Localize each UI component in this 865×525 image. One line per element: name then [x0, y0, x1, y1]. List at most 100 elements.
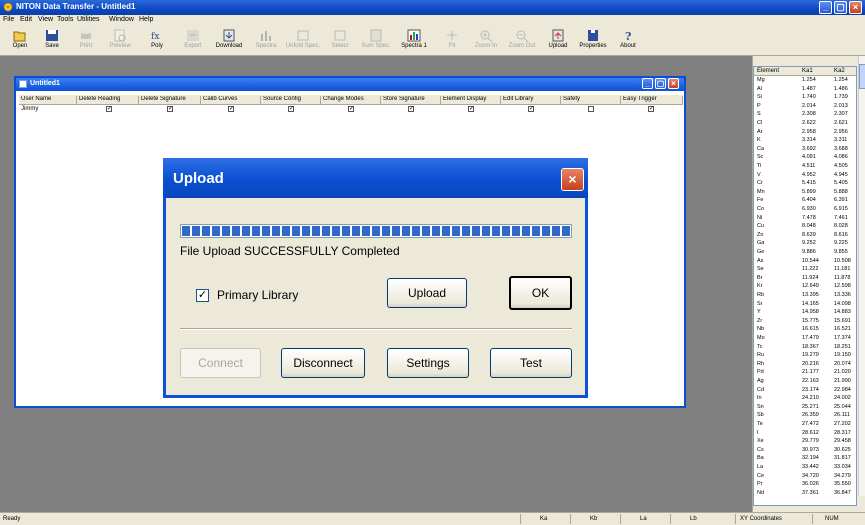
menu-window[interactable]: Window — [109, 16, 134, 23]
table-row[interactable]: As 10.544 10.508 — [754, 258, 856, 265]
table-row[interactable]: Mn 5.899 5.888 — [754, 189, 856, 196]
table-row[interactable]: Mg 1.254 1.254 — [754, 77, 856, 84]
disconnect-button[interactable]: Disconnect — [281, 348, 365, 378]
table-row[interactable]: Rb 13.395 13.336 — [754, 292, 856, 299]
calib-curves-checkbox[interactable]: ✓ — [228, 106, 234, 112]
element-table-scrollbar[interactable] — [858, 56, 865, 496]
table-row[interactable]: Ba 32.194 31.817 — [754, 455, 856, 462]
change-modes-checkbox[interactable]: ✓ — [348, 106, 354, 112]
table-row[interactable]: Cs 30.973 30.625 — [754, 447, 856, 454]
test-button[interactable]: Test — [490, 348, 572, 378]
delete-signature-checkbox[interactable]: ✓ — [167, 106, 173, 112]
table-row[interactable]: Tc 18.367 18.251 — [754, 344, 856, 351]
spectra-button[interactable]: Spectra — [246, 28, 286, 55]
table-row[interactable]: Xe 29.779 29.458 — [754, 438, 856, 445]
app-title-bar[interactable]: NITON Data Transfer - Untitled1 _ ▢ × — [0, 0, 865, 15]
upload-button-toolbar[interactable]: Upload — [538, 28, 578, 55]
export-button[interactable]: Export — [173, 28, 213, 55]
table-row[interactable]: Se 11.222 11.181 — [754, 266, 856, 273]
element-column-header[interactable]: Element — [757, 68, 779, 74]
table-row[interactable]: Pd 21.177 21.020 — [754, 369, 856, 376]
about-button[interactable]: ? About — [608, 28, 648, 55]
ka2-column-header[interactable]: Ka2 — [834, 68, 845, 74]
select-button[interactable]: Select — [320, 28, 360, 55]
column-source-config[interactable]: Source Config — [261, 96, 321, 105]
table-row[interactable]: Ga 9.252 9.225 — [754, 240, 856, 247]
column-edit-library[interactable]: Edit Library — [501, 96, 561, 105]
minimize-button[interactable]: _ — [819, 1, 832, 14]
menu-tools[interactable]: Tools — [57, 16, 73, 23]
table-row[interactable]: P 2.014 2.013 — [754, 103, 856, 110]
ok-button[interactable]: OK — [509, 276, 572, 310]
table-row[interactable]: Ru 19.279 19.150 — [754, 352, 856, 359]
column-store-signature[interactable]: Store Signature — [381, 96, 441, 105]
element-energy-table[interactable]: Element Ka1 Ka2 Mg 1.254 1.254 Al 1.487 1.486… — [753, 66, 857, 506]
table-row[interactable]: Fe 6.404 6.391 — [754, 197, 856, 204]
close-button[interactable]: × — [849, 1, 862, 14]
table-row[interactable]: K 3.314 3.311 — [754, 137, 856, 144]
column-user-name[interactable]: User Name — [19, 96, 77, 105]
upload-dialog-title-bar[interactable]: Upload × — [163, 158, 588, 198]
spectra-1-button[interactable]: Spectra 1 — [394, 28, 434, 55]
sum-spectra-button[interactable]: Sum Spec. — [356, 28, 396, 55]
table-row[interactable]: Cl 2.622 2.621 — [754, 120, 856, 127]
column-easy-trigger[interactable]: Easy Trigger — [621, 96, 683, 105]
column-calib-curves[interactable]: Calib Curves — [201, 96, 261, 105]
source-config-checkbox[interactable]: ✓ — [288, 106, 294, 112]
column-delete-signature[interactable]: Delete Signature — [139, 96, 201, 105]
column-change-modes[interactable]: Change Modes — [321, 96, 381, 105]
preview-button[interactable]: Preview — [100, 28, 140, 55]
child-close-button[interactable]: × — [668, 78, 679, 89]
table-row[interactable]: Al 1.487 1.486 — [754, 86, 856, 93]
maximize-button[interactable]: ▢ — [834, 1, 847, 14]
table-row[interactable]: Nd 37.361 36.847 — [754, 490, 856, 497]
table-row[interactable]: Ar 2.958 2.956 — [754, 129, 856, 136]
table-row[interactable]: Cu 8.048 8.028 — [754, 223, 856, 230]
menu-utilities[interactable]: Utilities — [77, 16, 100, 23]
table-row[interactable]: Pr 36.026 35.550 — [754, 481, 856, 488]
menu-view[interactable]: View — [38, 16, 53, 23]
table-row[interactable]: Zn 8.639 8.616 — [754, 232, 856, 239]
table-row[interactable]: Sb 26.359 26.111 — [754, 412, 856, 419]
table-row[interactable]: Ni 7.478 7.461 — [754, 215, 856, 222]
menu-edit[interactable]: Edit — [20, 16, 32, 23]
table-row[interactable]: Ca 3.692 3.688 — [754, 146, 856, 153]
table-row[interactable]: Si 1.740 1.739 — [754, 94, 856, 101]
table-row[interactable]: Sr 14.165 14.098 — [754, 301, 856, 308]
table-row[interactable]: Ti 4.511 4.505 — [754, 163, 856, 170]
table-row[interactable]: In 24.210 24.002 — [754, 395, 856, 402]
unfold-spectra-button[interactable]: Unfold Spec. — [283, 28, 323, 55]
table-row[interactable]: Zr 15.775 15.691 — [754, 318, 856, 325]
table-row[interactable]: Br 11.924 11.878 — [754, 275, 856, 282]
column-delete-reading[interactable]: Delete Reading — [77, 96, 139, 105]
upload-button[interactable]: Upload — [387, 278, 467, 308]
poly-button[interactable]: fx Poly — [137, 28, 177, 55]
connect-button[interactable]: Connect — [180, 348, 261, 378]
settings-button[interactable]: Settings — [387, 348, 469, 378]
easy-trigger-checkbox[interactable]: ✓ — [648, 106, 654, 112]
table-row[interactable]: Ce 34.720 34.279 — [754, 473, 856, 480]
store-signature-checkbox[interactable]: ✓ — [408, 106, 414, 112]
table-row[interactable]: Cr 5.415 5.405 — [754, 180, 856, 187]
table-row[interactable]: Cd 23.174 22.984 — [754, 387, 856, 394]
table-row[interactable]: Nb 16.615 16.521 — [754, 326, 856, 333]
menu-help[interactable]: Help — [139, 16, 153, 23]
properties-button[interactable]: Properties — [573, 28, 613, 55]
table-row[interactable]: Ge 9.886 9.855 — [754, 249, 856, 256]
child-minimize-button[interactable]: _ — [642, 78, 653, 89]
delete-reading-checkbox[interactable]: ✓ — [106, 106, 112, 112]
table-row[interactable]: Sn 25.271 25.044 — [754, 404, 856, 411]
download-button[interactable]: Download — [209, 28, 249, 55]
zoom-out-button[interactable]: Zoom Out — [502, 28, 542, 55]
table-row[interactable]: S 2.308 2.307 — [754, 111, 856, 118]
table-row[interactable]: Te 27.472 27.202 — [754, 421, 856, 428]
table-row[interactable]: Kr 12.649 12.598 — [754, 283, 856, 290]
table-row[interactable]: V 4.952 4.945 — [754, 172, 856, 179]
primary-library-checkbox[interactable]: ✓ — [196, 289, 209, 302]
table-row[interactable]: Y 14.958 14.883 — [754, 309, 856, 316]
ka1-column-header[interactable]: Ka1 — [802, 68, 813, 74]
child-title-bar[interactable]: Untitled1 _ ▢ × — [16, 78, 684, 91]
table-row[interactable]: I 28.612 28.317 — [754, 430, 856, 437]
zoom-in-button[interactable]: Zoom In — [466, 28, 506, 55]
element-display-checkbox[interactable]: ✓ — [468, 106, 474, 112]
